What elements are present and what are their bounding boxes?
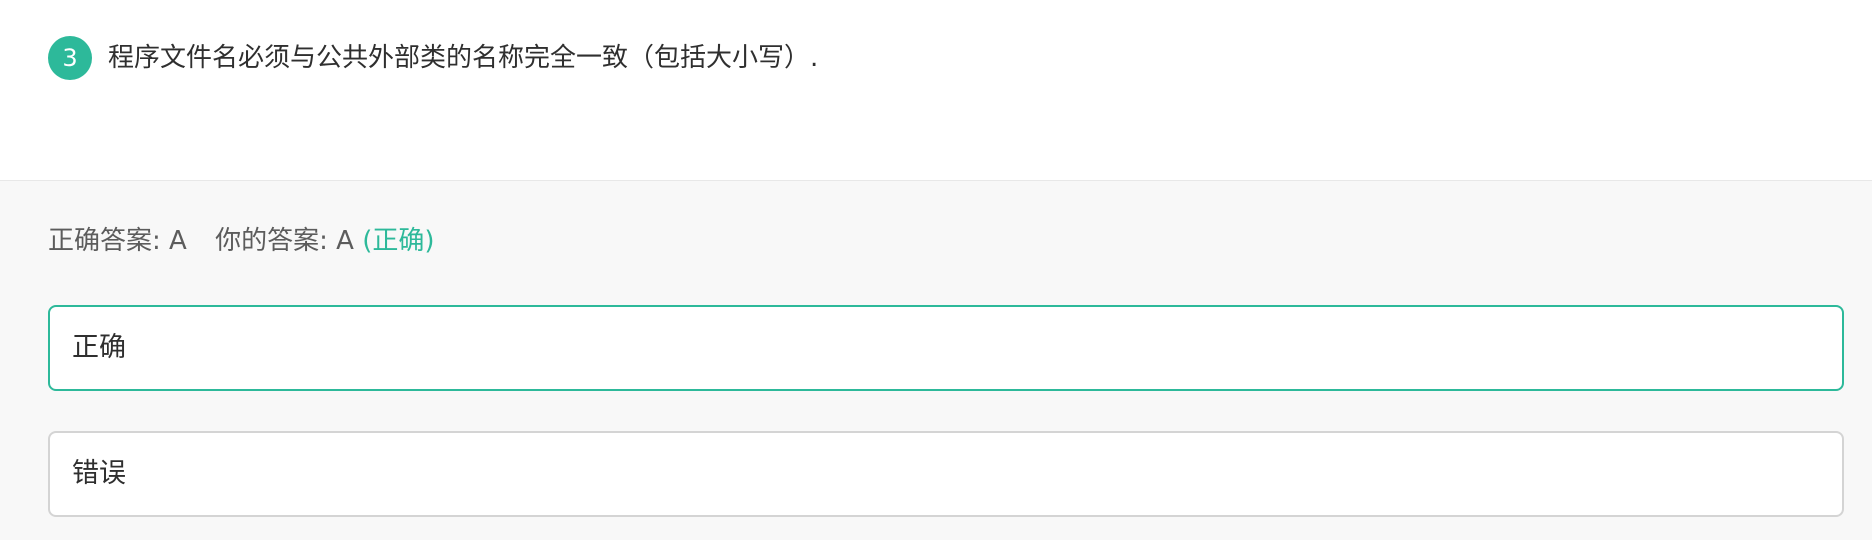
option-label: 错误 bbox=[72, 458, 126, 489]
question-text: 程序文件名必须与公共外部类的名称完全一致（包括大小写）. bbox=[108, 43, 819, 73]
correct-answer-label: 正确答案: bbox=[48, 226, 161, 256]
your-answer-label: 你的答案: bbox=[215, 226, 328, 256]
option-true[interactable]: 正确 bbox=[48, 305, 1844, 391]
answer-status: (正确) bbox=[362, 226, 435, 256]
question-header: 3 程序文件名必须与公共外部类的名称完全一致（包括大小写）. bbox=[0, 0, 1872, 180]
answer-panel: 正确答案: A 你的答案: A (正确) 正确 错误 bbox=[0, 180, 1872, 540]
your-answer-value: A bbox=[336, 226, 354, 256]
option-label: 正确 bbox=[72, 332, 126, 363]
answer-result: 正确答案: A 你的答案: A (正确) bbox=[48, 221, 434, 261]
question-number-badge: 3 bbox=[48, 36, 92, 80]
option-false[interactable]: 错误 bbox=[48, 431, 1844, 517]
correct-answer-value: A bbox=[169, 226, 187, 256]
